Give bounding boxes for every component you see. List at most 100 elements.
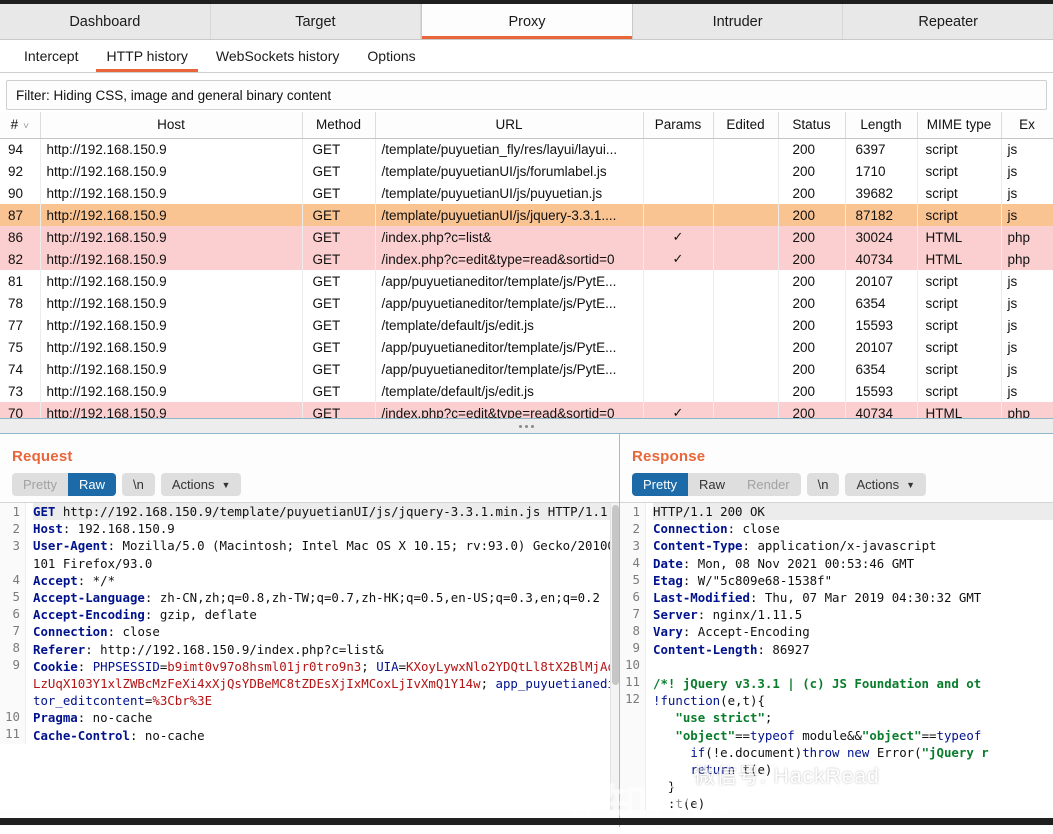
- cell-host: http://192.168.150.9: [40, 160, 303, 182]
- main-tab-repeater[interactable]: Repeater: [843, 4, 1053, 39]
- main-tab-dashboard[interactable]: Dashboard: [0, 4, 211, 39]
- sub-tab-http-history[interactable]: HTTP history: [92, 41, 201, 72]
- request-editor[interactable]: 1 2 3 4 5 6 7 8 9 10 11 GET http://192.168.150.9/t…: [0, 502, 619, 810]
- response-render-button[interactable]: Render: [736, 473, 801, 496]
- table-row[interactable]: 75 http://192.168.150.9 GET/app/puyuetiane…: [0, 336, 1053, 358]
- column-header-host[interactable]: Host: [40, 112, 303, 139]
- cell-params: [643, 292, 714, 314]
- main-tab-proxy[interactable]: Proxy: [421, 4, 633, 39]
- table-row[interactable]: 86 http://192.168.150.9 GET/index.php?c=li…: [0, 226, 1053, 248]
- table-row[interactable]: 82 http://192.168.150.9 GET/index.php?c=ed…: [0, 248, 1053, 270]
- cell-extension: js: [1001, 292, 1053, 314]
- cell-status: 200: [778, 160, 846, 182]
- table-row[interactable]: 74 http://192.168.150.9 GET/app/puyuetiane…: [0, 358, 1053, 380]
- cell-url: /app/puyuetianeditor/template/js/PytE...: [375, 358, 644, 380]
- table-row[interactable]: 92 http://192.168.150.9 GET/template/puyue…: [0, 160, 1053, 182]
- code-line: "use strict";: [675, 710, 773, 726]
- sub-tab-intercept[interactable]: Intercept: [10, 41, 92, 72]
- request-actions-button[interactable]: Actions ▼: [160, 473, 242, 496]
- http-history-table-container[interactable]: # ˅ Host Method URL Params Edited Status …: [0, 112, 1053, 418]
- cell-mime: script: [917, 358, 1002, 380]
- cell-status: 200: [778, 292, 846, 314]
- cell-method: GET: [302, 292, 376, 314]
- cell-edited: [713, 380, 779, 402]
- column-header-extension[interactable]: Ex: [1001, 112, 1053, 139]
- horizontal-splitter[interactable]: [0, 418, 1053, 434]
- response-editor[interactable]: 1 2 3 4 5 6 7 8 9 10 11 12 HTTP/1.1 200 OK Connectio…: [620, 502, 1053, 810]
- cell-extension: js: [1001, 270, 1053, 292]
- table-row[interactable]: 81 http://192.168.150.9 GET/app/puyuetiane…: [0, 270, 1053, 292]
- sub-tab-websockets-history[interactable]: WebSockets history: [202, 41, 353, 72]
- cell-url: /app/puyuetianeditor/template/js/PytE...: [375, 270, 644, 292]
- cell-method: GET: [302, 160, 376, 182]
- cell-extension: js: [1001, 358, 1053, 380]
- filter-bar[interactable]: Filter: Hiding CSS, image and general bi…: [6, 80, 1047, 110]
- request-pretty-button[interactable]: Pretty: [12, 473, 68, 496]
- code-line: HTTP/1.1 200 OK: [653, 503, 1053, 521]
- response-raw-button[interactable]: Raw: [688, 473, 736, 496]
- code-line: Cache-Control: no-cache: [33, 727, 205, 743]
- column-header-mime-type[interactable]: MIME type: [917, 112, 1002, 139]
- code-line: Accept-Encoding: gzip, deflate: [33, 607, 257, 623]
- line-number: 11: [5, 726, 20, 741]
- response-body[interactable]: HTTP/1.1 200 OK Connection: close Content-…: [646, 503, 1053, 810]
- cell-edited: [713, 226, 779, 248]
- code-line: Server: nginx/1.11.5: [653, 607, 803, 623]
- cell-status: 200: [778, 336, 846, 358]
- cell-method: GET: [302, 204, 376, 226]
- cell-edited: [713, 270, 779, 292]
- line-number: 6: [632, 589, 640, 604]
- code-line: !function(e,t){: [653, 693, 765, 709]
- column-label: #: [10, 117, 19, 133]
- table-row[interactable]: 73 http://192.168.150.9 GET/template/defau…: [0, 380, 1053, 402]
- column-header-status[interactable]: Status: [778, 112, 846, 139]
- column-header-params[interactable]: Params: [643, 112, 714, 139]
- cell-host: http://192.168.150.9: [40, 314, 303, 336]
- cell-edited: [713, 182, 779, 204]
- column-label: Ex: [1019, 117, 1035, 133]
- cell-edited: [713, 292, 779, 314]
- cell-mime: script: [917, 314, 1002, 336]
- main-tab-intruder[interactable]: Intruder: [632, 4, 844, 39]
- response-pretty-button[interactable]: Pretty: [632, 473, 688, 496]
- cell-params: ✓: [643, 226, 714, 248]
- response-newline-button[interactable]: \n: [806, 473, 840, 496]
- line-number: [620, 792, 640, 809]
- code-line: Host: 192.168.150.9: [33, 521, 175, 537]
- table-row[interactable]: 70 http://192.168.150.9 GET/index.php?c=ed…: [0, 402, 1053, 418]
- request-scrollbar[interactable]: [610, 503, 619, 810]
- cell-url: /template/puyuetianUI/js/puyuetian.js: [375, 182, 644, 204]
- line-number: 7: [632, 606, 640, 621]
- sub-tab-options[interactable]: Options: [353, 41, 429, 72]
- line-number: 5: [632, 572, 640, 587]
- response-line-numbers: 1 2 3 4 5 6 7 8 9 10 11 12: [620, 503, 646, 810]
- response-actions-button[interactable]: Actions ▼: [845, 473, 927, 496]
- line-number: 1: [632, 504, 640, 519]
- line-number: [620, 775, 640, 792]
- column-header-url[interactable]: URL: [375, 112, 644, 139]
- column-header-edited[interactable]: Edited: [713, 112, 779, 139]
- column-header-length[interactable]: Length: [845, 112, 918, 139]
- cell-params: [643, 204, 714, 226]
- table-row[interactable]: 87 http://192.168.150.9 GET/template/puyue…: [0, 204, 1053, 226]
- column-header-num[interactable]: # ˅: [0, 112, 41, 139]
- column-header-method[interactable]: Method: [302, 112, 376, 139]
- table-row[interactable]: 77 http://192.168.150.9 GET/template/defau…: [0, 314, 1053, 336]
- table-row[interactable]: 94 http://192.168.150.9 GET/template/puyue…: [0, 138, 1053, 160]
- main-tab-target[interactable]: Target: [210, 4, 422, 39]
- table-row[interactable]: 78 http://192.168.150.9 GET/app/puyuetiane…: [0, 292, 1053, 314]
- cell-length: 40734: [845, 248, 918, 270]
- cell-num: 86: [0, 226, 41, 248]
- cell-edited: [713, 204, 779, 226]
- cell-url: /template/default/js/edit.js: [375, 380, 644, 402]
- request-body[interactable]: GET http://192.168.150.9/template/puyuet…: [26, 503, 619, 744]
- table-body: 94 http://192.168.150.9 GET/template/puyue…: [0, 138, 1053, 418]
- cell-num: 92: [0, 160, 41, 182]
- cell-extension: js: [1001, 336, 1053, 358]
- request-raw-button[interactable]: Raw: [67, 473, 116, 496]
- request-panel-title: Request: [12, 448, 73, 465]
- table-row[interactable]: 90 http://192.168.150.9 GET/template/puyue…: [0, 182, 1053, 204]
- request-newline-button[interactable]: \n: [121, 473, 155, 496]
- cell-extension: php: [1001, 248, 1053, 270]
